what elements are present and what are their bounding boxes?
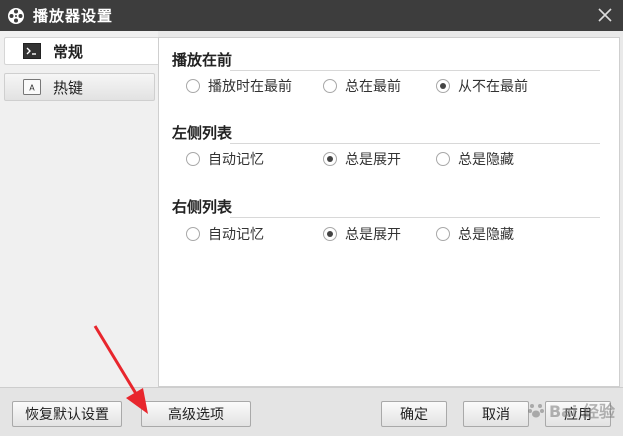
radio-circle	[186, 227, 200, 241]
group-title-left-list: 左侧列表	[172, 124, 233, 142]
apply-button[interactable]: 应用	[545, 401, 611, 427]
close-icon	[598, 8, 612, 22]
radio-selected-dot	[327, 231, 333, 237]
radio-label: 总在最前	[345, 79, 401, 95]
radio-circle	[186, 152, 200, 166]
radio-selected-dot	[327, 156, 333, 162]
radio-always-on-top[interactable]: 总在最前	[323, 76, 401, 96]
window-title: 播放器设置	[33, 7, 114, 25]
radio-label: 总是展开	[345, 152, 401, 168]
radio-circle	[323, 152, 337, 166]
cancel-button[interactable]: 取消	[463, 401, 529, 427]
radio-circle	[436, 152, 450, 166]
radio-circle	[436, 79, 450, 93]
radio-circle	[323, 227, 337, 241]
radio-left-always-expand[interactable]: 总是展开	[323, 149, 401, 169]
sidebar-item-hotkeys[interactable]: A 热键	[4, 73, 155, 101]
restore-defaults-button[interactable]: 恢复默认设置	[12, 401, 122, 427]
group-divider	[230, 143, 600, 144]
radio-play-on-top-while-playing[interactable]: 播放时在最前	[186, 76, 292, 96]
terminal-icon	[23, 43, 41, 59]
sidebar: 常规 A 热键	[0, 31, 159, 387]
radio-circle	[323, 79, 337, 93]
advanced-options-button[interactable]: 高级选项	[141, 401, 251, 427]
radio-right-auto-remember[interactable]: 自动记忆	[186, 224, 264, 244]
film-reel-icon	[5, 5, 27, 27]
sidebar-item-general[interactable]: 常规	[4, 37, 159, 65]
radio-label: 总是隐藏	[458, 152, 514, 168]
radio-left-always-hide[interactable]: 总是隐藏	[436, 149, 514, 169]
dialog-footer: 恢复默认设置 高级选项 确定 取消 应用	[0, 387, 623, 436]
radio-label: 从不在最前	[458, 79, 528, 95]
dialog-body: 常规 A 热键 播放在前 播放时在最前 总在最前 从不在最前 左侧列表 自动记忆…	[0, 31, 623, 436]
radio-left-auto-remember[interactable]: 自动记忆	[186, 149, 264, 169]
radio-label: 自动记忆	[208, 152, 264, 168]
radio-right-always-expand[interactable]: 总是展开	[323, 224, 401, 244]
radio-selected-dot	[440, 83, 446, 89]
radio-label: 总是展开	[345, 227, 401, 243]
sidebar-item-label: 常规	[53, 42, 84, 61]
keyboard-key-icon: A	[23, 79, 41, 95]
group-title-right-list: 右侧列表	[172, 198, 233, 216]
radio-never-on-top[interactable]: 从不在最前	[436, 76, 528, 96]
radio-circle	[186, 79, 200, 93]
group-divider	[230, 217, 600, 218]
radio-label: 播放时在最前	[208, 79, 292, 95]
group-divider	[230, 70, 600, 71]
settings-panel: 播放在前 播放时在最前 总在最前 从不在最前 左侧列表 自动记忆 总是展开 总是…	[158, 37, 620, 387]
radio-right-always-hide[interactable]: 总是隐藏	[436, 224, 514, 244]
svg-text:A: A	[29, 84, 35, 93]
title-bar: 播放器设置	[0, 0, 623, 31]
group-title-play-on-top: 播放在前	[172, 51, 233, 69]
radio-circle	[436, 227, 450, 241]
radio-label: 总是隐藏	[458, 227, 514, 243]
close-button[interactable]	[593, 3, 617, 27]
sidebar-item-label: 热键	[53, 78, 84, 97]
ok-button[interactable]: 确定	[381, 401, 447, 427]
radio-label: 自动记忆	[208, 227, 264, 243]
